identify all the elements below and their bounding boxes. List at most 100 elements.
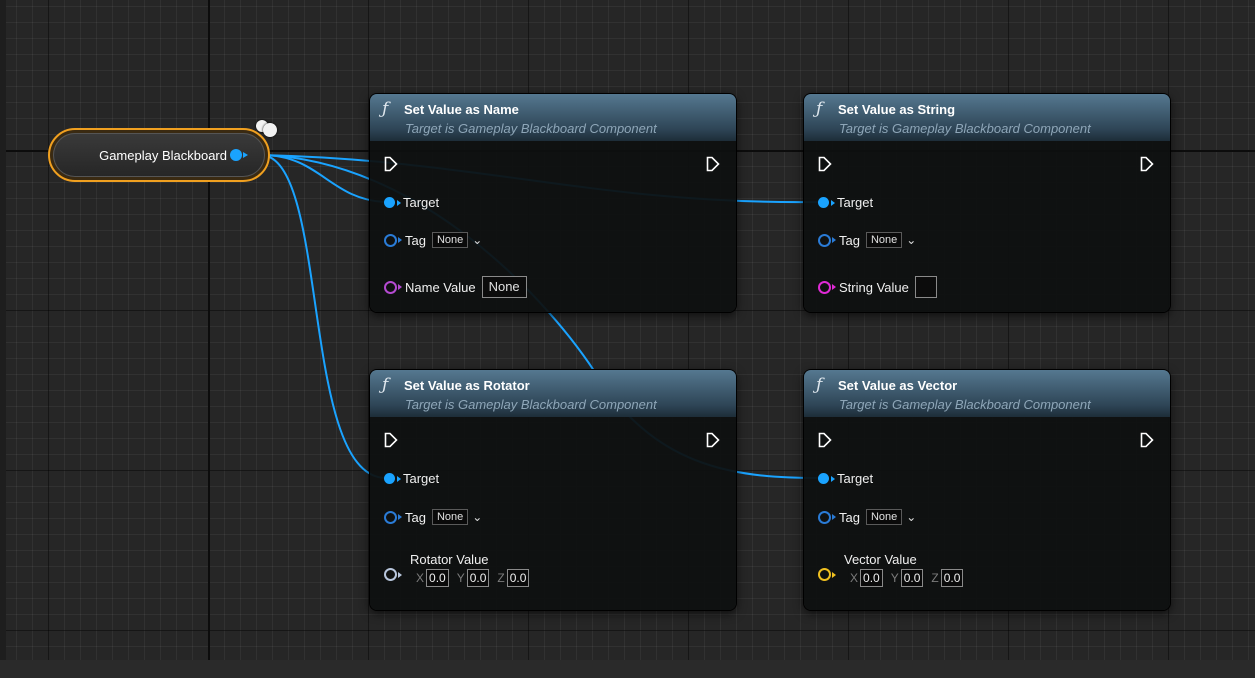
rotator-z-input[interactable]: 0.0 xyxy=(506,569,530,587)
chevron-down-icon[interactable]: ⌄ xyxy=(472,233,482,247)
exec-out-pin-icon[interactable] xyxy=(1140,432,1154,448)
node-title: Set Value as Vector xyxy=(838,378,958,393)
z-axis-label: Z xyxy=(497,571,505,585)
exec-out-pin-icon[interactable] xyxy=(706,156,720,172)
exec-in-pin-icon[interactable] xyxy=(384,156,398,172)
target-pin-icon[interactable] xyxy=(818,197,835,208)
tag-dropdown-value: None xyxy=(436,511,464,523)
z-axis-label: Z xyxy=(931,571,939,585)
node-set-value-as-vector[interactable]: ƒ Set Value as Vector Target is Gameplay… xyxy=(804,370,1170,610)
tag-dropdown[interactable]: None xyxy=(865,509,903,525)
vector-value-pin-row[interactable]: Vector Value X 0.0 Y 0.0 Z 0.0 xyxy=(818,552,1148,592)
tag-pin-icon[interactable] xyxy=(384,510,402,524)
tag-dropdown[interactable]: None xyxy=(431,232,469,248)
tag-pin-row[interactable]: Tag None ⌄ xyxy=(818,232,916,248)
tag-dropdown[interactable]: None xyxy=(431,509,469,525)
target-pin-row[interactable]: Target xyxy=(384,471,439,486)
node-header[interactable]: ƒ Set Value as Vector Target is Gameplay… xyxy=(804,370,1170,417)
node-title: Set Value as Rotator xyxy=(404,378,530,393)
tag-pin-row[interactable]: Tag None ⌄ xyxy=(384,509,482,525)
vector-x-input[interactable]: 0.0 xyxy=(860,569,883,587)
function-icon: ƒ xyxy=(382,375,389,395)
node-header[interactable]: ƒ Set Value as Rotator Target is Gamepla… xyxy=(370,370,736,417)
tag-pin-icon[interactable] xyxy=(818,233,836,247)
node-header[interactable]: ƒ Set Value as Name Target is Gameplay B… xyxy=(370,94,736,141)
target-label: Target xyxy=(837,471,874,486)
tag-pin-icon[interactable] xyxy=(384,233,402,247)
canvas-left-edge xyxy=(0,0,6,678)
node-subtitle: Target is Gameplay Blackboard Component xyxy=(839,121,1091,136)
tag-dropdown-value: None xyxy=(436,234,464,246)
vector-y-input[interactable]: 0.0 xyxy=(900,569,924,587)
x-axis-label: X xyxy=(416,571,425,585)
vector-z-input[interactable]: 0.0 xyxy=(940,569,964,587)
vector-pin-icon[interactable] xyxy=(818,568,836,581)
y-axis-label: Y xyxy=(456,571,465,585)
node-header[interactable]: ƒ Set Value as String Target is Gameplay… xyxy=(804,94,1170,141)
node-subtitle: Target is Gameplay Blackboard Component xyxy=(405,121,657,136)
tag-label: Tag xyxy=(839,232,860,248)
tag-dropdown[interactable]: None xyxy=(865,232,903,248)
name-pin-icon[interactable] xyxy=(384,280,402,294)
chevron-down-icon[interactable]: ⌄ xyxy=(906,233,916,247)
exec-out-pin-icon[interactable] xyxy=(1140,156,1154,172)
rotator-value-label: Rotator Value xyxy=(410,552,489,567)
target-pin-icon[interactable] xyxy=(384,197,401,208)
rotator-fields: X 0.0 Y 0.0 Z 0.0 xyxy=(408,569,530,587)
function-icon: ƒ xyxy=(816,99,823,119)
rotator-y-input[interactable]: 0.0 xyxy=(466,569,490,587)
target-pin-icon[interactable] xyxy=(384,473,401,484)
gameplay-blackboard-variable-node[interactable]: Gameplay Blackboard xyxy=(48,128,270,182)
variable-label: Gameplay Blackboard xyxy=(99,147,227,163)
name-value-input[interactable]: None xyxy=(481,276,527,298)
rotator-x-input[interactable]: 0.0 xyxy=(426,569,449,587)
tag-label: Tag xyxy=(405,509,426,525)
tag-dropdown-value: None xyxy=(870,234,898,246)
name-value-label: Name Value xyxy=(405,279,476,295)
target-pin-row[interactable]: Target xyxy=(818,471,873,486)
tag-dropdown-value: None xyxy=(870,511,898,523)
exec-in-pin-icon[interactable] xyxy=(384,432,398,448)
target-label: Target xyxy=(403,195,440,210)
exec-out-pin-icon[interactable] xyxy=(706,432,720,448)
rotator-pin-icon[interactable] xyxy=(384,568,402,581)
string-value-input[interactable] xyxy=(914,276,937,298)
name-value-pin-row[interactable]: Name Value None xyxy=(384,276,527,298)
tag-pin-row[interactable]: Tag None ⌄ xyxy=(818,509,916,525)
variable-output-pin[interactable] xyxy=(230,149,248,161)
string-value-label: String Value xyxy=(839,279,909,295)
target-pin-icon[interactable] xyxy=(818,473,835,484)
string-pin-icon[interactable] xyxy=(818,280,836,294)
rotator-value-pin-row[interactable]: Rotator Value X 0.0 Y 0.0 Z 0.0 xyxy=(384,552,714,592)
node-title: Set Value as Name xyxy=(404,102,519,117)
tag-label: Tag xyxy=(405,232,426,248)
function-icon: ƒ xyxy=(816,375,823,395)
tag-pin-icon[interactable] xyxy=(818,510,836,524)
node-title: Set Value as String xyxy=(838,102,956,117)
node-set-value-as-name[interactable]: ƒ Set Value as Name Target is Gameplay B… xyxy=(370,94,736,312)
tag-label: Tag xyxy=(839,509,860,525)
y-axis-label: Y xyxy=(890,571,899,585)
string-value-pin-row[interactable]: String Value xyxy=(818,276,937,298)
target-label: Target xyxy=(403,471,440,486)
canvas-bottom-edge xyxy=(0,660,1255,678)
exec-in-pin-icon[interactable] xyxy=(818,156,832,172)
node-set-value-as-string[interactable]: ƒ Set Value as String Target is Gameplay… xyxy=(804,94,1170,312)
comment-bubble-icon[interactable] xyxy=(255,114,281,140)
vector-value-label: Vector Value xyxy=(844,552,917,567)
target-pin-row[interactable]: Target xyxy=(384,195,439,210)
exec-in-pin-icon[interactable] xyxy=(818,432,832,448)
wire-to-rotator-target[interactable] xyxy=(261,154,387,479)
node-set-value-as-rotator[interactable]: ƒ Set Value as Rotator Target is Gamepla… xyxy=(370,370,736,610)
node-subtitle: Target is Gameplay Blackboard Component xyxy=(405,397,657,412)
vector-fields: X 0.0 Y 0.0 Z 0.0 xyxy=(842,569,964,587)
x-axis-label: X xyxy=(850,571,859,585)
target-pin-row[interactable]: Target xyxy=(818,195,873,210)
wire-to-name-target[interactable] xyxy=(261,154,387,203)
tag-pin-row[interactable]: Tag None ⌄ xyxy=(384,232,482,248)
node-subtitle: Target is Gameplay Blackboard Component xyxy=(839,397,1091,412)
target-label: Target xyxy=(837,195,874,210)
chevron-down-icon[interactable]: ⌄ xyxy=(472,510,482,524)
chevron-down-icon[interactable]: ⌄ xyxy=(906,510,916,524)
function-icon: ƒ xyxy=(382,99,389,119)
